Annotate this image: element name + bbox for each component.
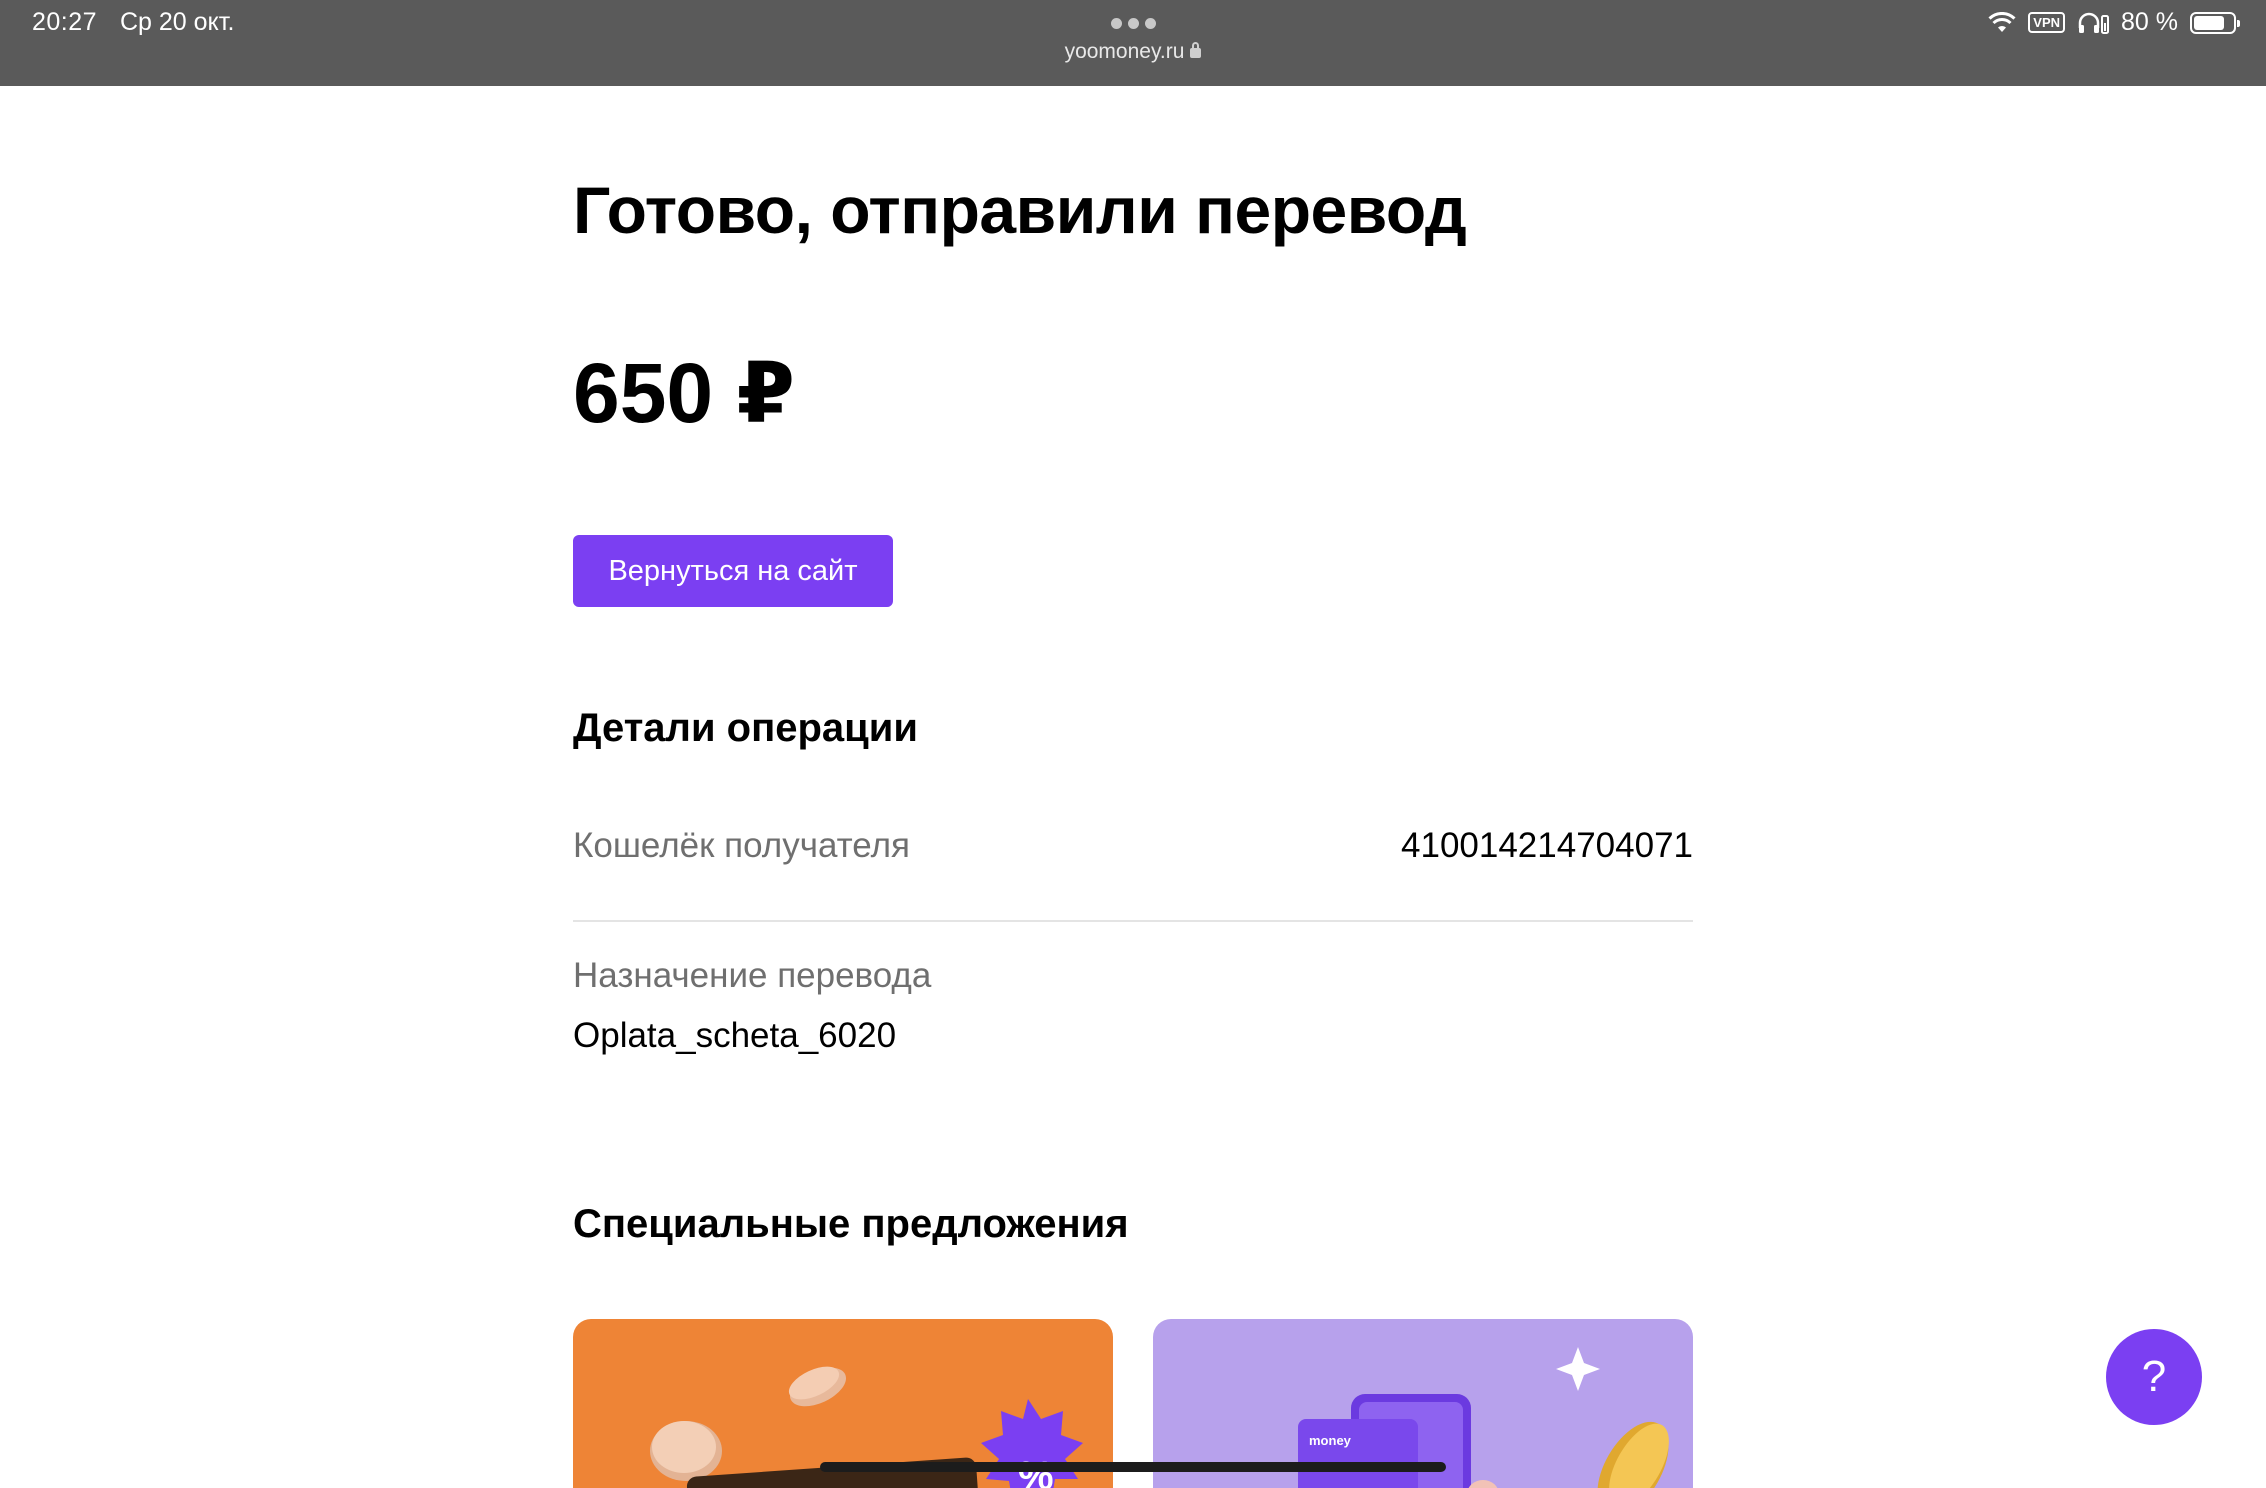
back-to-site-button[interactable]: Вернуться на сайт [573,535,893,607]
offers-heading: Специальные предложения [573,1202,1129,1246]
battery-icon [2190,11,2240,34]
browser-status-bar: 20:27 Ср 20 окт. yoomoney.ru VPN 80 % [0,0,2266,86]
svg-text:money: money [1309,1433,1352,1448]
vpn-badge: VPN [2028,12,2066,33]
recipient-wallet-value: 410014214704071 [1401,826,1693,865]
lock-icon [1190,42,1202,58]
recipient-wallet-row: Кошелёк получателя 410014214704071 [573,826,1693,922]
more-dots-icon[interactable] [1111,18,1156,29]
url-text: yoomoney.ru [1064,40,1185,63]
headphones-icon [2078,12,2110,34]
transfer-purpose-label: Назначение перевода [573,956,932,995]
home-indicator[interactable] [820,1462,1446,1472]
status-time: 20:27 [32,8,98,36]
help-button[interactable]: ? [2106,1329,2202,1425]
page-title: Готово, отправили перевод [573,173,1467,247]
transfer-purpose-row: Назначение перевода Oplata_scheta_6020 [573,956,1693,1056]
address-bar[interactable]: yoomoney.ru [0,40,2266,64]
recipient-wallet-label: Кошелёк получателя [573,826,910,865]
transfer-purpose-value: Oplata_scheta_6020 [573,1016,897,1055]
battery-percent: 80 % [2121,8,2178,36]
status-indicators: VPN 80 % [1988,8,2240,37]
wifi-icon [1988,11,2016,32]
details-heading: Детали операции [573,706,918,750]
transfer-amount: 650 ₽ [573,346,795,440]
status-date: Ср 20 окт. [120,8,235,36]
